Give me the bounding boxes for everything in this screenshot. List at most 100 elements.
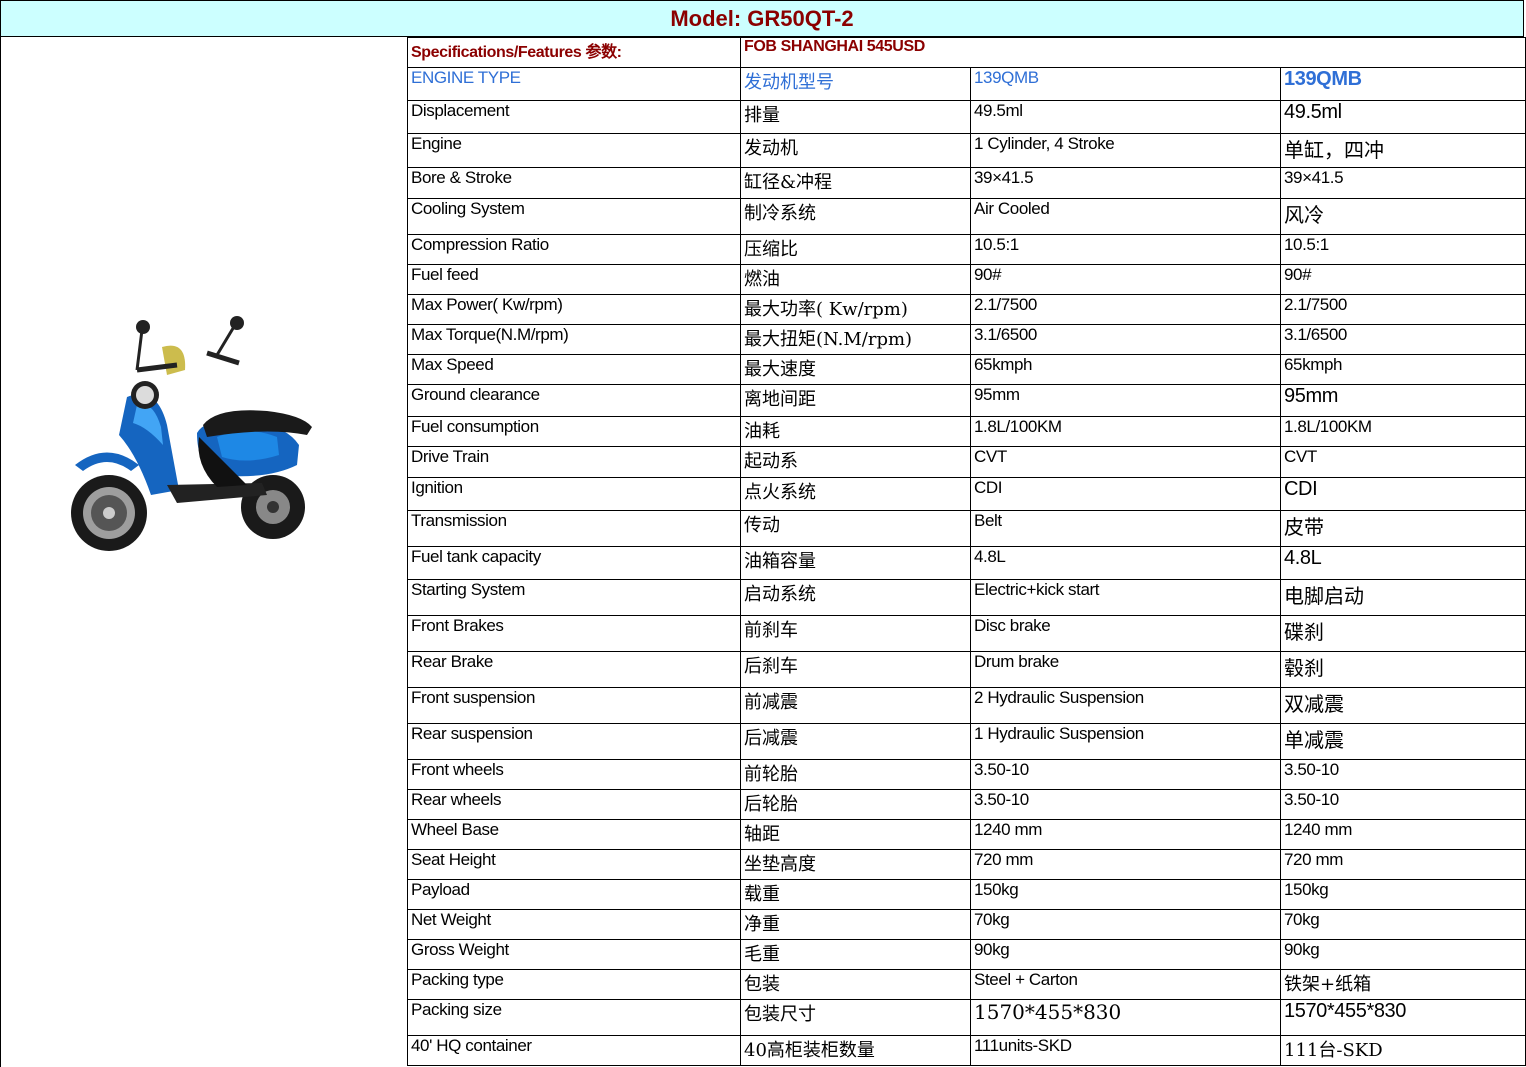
spec-name: Net Weight	[407, 909, 741, 940]
spec-value-2: 3.50-10	[1279, 759, 1526, 790]
spec-value-1: 2.1/7500	[970, 294, 1281, 325]
spec-row: Fuel tank capacity 油箱容量 4.8L 4.8L	[407, 546, 1526, 580]
engine-type-label: ENGINE TYPE	[407, 67, 741, 101]
spec-value-2: 单缸，四冲	[1279, 133, 1526, 168]
spec-value-1: 111units-SKD	[970, 1035, 1281, 1066]
price-row: Specifications/Features 参数: FOB SHANGHAI…	[407, 37, 1526, 68]
spec-value-1: Belt	[970, 510, 1281, 547]
scooter-image	[71, 316, 312, 551]
spec-name-cn: 压缩比	[740, 234, 971, 265]
spec-name: Front suspension	[407, 687, 741, 724]
spec-value-2: CDI	[1279, 477, 1526, 511]
spec-name: Gross Weight	[407, 939, 741, 970]
spec-value-2: 1.8L/100KM	[1279, 416, 1526, 447]
spec-name: Front Brakes	[407, 615, 741, 652]
spec-name-cn: 油耗	[740, 416, 971, 447]
spec-value-1: 1.8L/100KM	[970, 416, 1281, 447]
product-photo-cell	[0, 37, 407, 1067]
spec-name-cn: 40高柜装柜数量	[740, 1035, 971, 1066]
spec-row: Compression Ratio 压缩比 10.5:1 10.5:1	[407, 234, 1526, 265]
spec-name-cn: 启动系统	[740, 579, 971, 616]
spec-name-cn: 离地间距	[740, 384, 971, 417]
spec-name: Rear Brake	[407, 651, 741, 688]
spec-row: Front wheels 前轮胎 3.50-10 3.50-10	[407, 759, 1526, 790]
spec-value-1: 95mm	[970, 384, 1281, 417]
spec-value-1: 90#	[970, 264, 1281, 295]
spec-name: Max Speed	[407, 354, 741, 385]
spec-name-cn: 点火系统	[740, 477, 971, 511]
spec-row: Packing type 包装 Steel + Carton 铁架+纸箱	[407, 969, 1526, 1000]
engine-type-value-1: 139QMB	[970, 67, 1281, 101]
spec-value-1: 70kg	[970, 909, 1281, 940]
spec-value-1: CDI	[970, 477, 1281, 511]
spec-value-2: 10.5:1	[1279, 234, 1526, 265]
spec-name-cn: 轴距	[740, 819, 971, 850]
spec-value-2: 1570*455*830	[1279, 999, 1526, 1036]
spec-row: Front suspension 前减震 2 Hydraulic Suspensio…	[407, 687, 1526, 724]
spec-value-2: 111台-SKD	[1279, 1035, 1526, 1066]
spec-name-cn: 最大功率( Kw/rpm)	[740, 294, 971, 325]
spec-value-2: 150kg	[1279, 879, 1526, 910]
spec-value-2: 65kmph	[1279, 354, 1526, 385]
spec-row: Front Brakes 前刹车 Disc brake 碟刹	[407, 615, 1526, 652]
spec-row: Ignition 点火系统 CDI CDI	[407, 477, 1526, 511]
spec-name: Displacement	[407, 100, 741, 134]
spec-name-cn: 毛重	[740, 939, 971, 970]
spec-name: Drive Train	[407, 446, 741, 478]
spec-name-cn: 包装尺寸	[740, 999, 971, 1036]
spec-row: Seat Height 坐垫高度 720 mm 720 mm	[407, 849, 1526, 880]
spec-value-2: 单减震	[1279, 723, 1526, 760]
spec-name-cn: 后减震	[740, 723, 971, 760]
spec-value-1: 3.50-10	[970, 759, 1281, 790]
spec-name: Seat Height	[407, 849, 741, 880]
spec-value-1: 3.50-10	[970, 789, 1281, 820]
spec-name: Engine	[407, 133, 741, 168]
spec-value-2: 皮带	[1279, 510, 1526, 547]
spec-value-2: 90kg	[1279, 939, 1526, 970]
spec-value-1: 90kg	[970, 939, 1281, 970]
spec-value-2: 风冷	[1279, 198, 1526, 235]
spec-value-1: 1 Hydraulic Suspension	[970, 723, 1281, 760]
spec-row: Max Speed 最大速度 65kmph 65kmph	[407, 354, 1526, 385]
spec-row: 40' HQ container 40高柜装柜数量 111units-SKD 111台…	[407, 1035, 1526, 1066]
spec-row: Rear Brake 后刹车 Drum brake 毂刹	[407, 651, 1526, 688]
spec-name: Bore & Stroke	[407, 167, 741, 199]
spec-value-1: 4.8L	[970, 546, 1281, 580]
spec-name: Fuel feed	[407, 264, 741, 295]
spec-label: Specifications/Features 参数:	[407, 37, 741, 68]
engine-type-label-cn: 发动机型号	[740, 67, 971, 101]
spec-row: Packing size 包装尺寸 1570*455*830 1570*455*830	[407, 999, 1526, 1036]
spec-name: Packing type	[407, 969, 741, 1000]
model-header: Model: GR50QT-2	[0, 0, 1524, 37]
model-title: Model: GR50QT-2	[670, 5, 854, 31]
spec-value-2: 90#	[1279, 264, 1526, 295]
spec-name-cn: 排量	[740, 100, 971, 134]
spec-name: Transmission	[407, 510, 741, 547]
spec-value-2: 95mm	[1279, 384, 1526, 417]
spec-value-2: 电脚启动	[1279, 579, 1526, 616]
spec-name-cn: 包装	[740, 969, 971, 1000]
spec-value-1: CVT	[970, 446, 1281, 478]
spec-name-cn: 前轮胎	[740, 759, 971, 790]
spec-name-cn: 缸径&冲程	[740, 167, 971, 199]
spec-name-cn: 制冷系统	[740, 198, 971, 235]
spec-name: Packing size	[407, 999, 741, 1036]
spec-value-1: 49.5ml	[970, 100, 1281, 134]
specifications-table: Specifications/Features 参数: FOB SHANGHAI…	[407, 37, 1526, 1066]
spec-name: Wheel Base	[407, 819, 741, 850]
spec-name-cn: 后轮胎	[740, 789, 971, 820]
spec-row: Wheel Base 轴距 1240 mm 1240 mm	[407, 819, 1526, 850]
spec-value-1: Steel + Carton	[970, 969, 1281, 1000]
spec-value-2: 3.50-10	[1279, 789, 1526, 820]
spec-name: Max Power( Kw/rpm)	[407, 294, 741, 325]
spec-row: Rear suspension 后减震 1 Hydraulic Suspension…	[407, 723, 1526, 760]
spec-row: Fuel consumption 油耗 1.8L/100KM 1.8L/100KM	[407, 416, 1526, 447]
spec-name-cn: 油箱容量	[740, 546, 971, 580]
spec-name-cn: 发动机	[740, 133, 971, 168]
fob-price: FOB SHANGHAI 545USD	[739, 37, 1526, 68]
spec-name-cn: 最大速度	[740, 354, 971, 385]
spec-name-cn: 净重	[740, 909, 971, 940]
spec-row: Bore & Stroke 缸径&冲程 39×41.5 39×41.5	[407, 167, 1526, 199]
spec-row: Displacement 排量 49.5ml 49.5ml	[407, 100, 1526, 134]
engine-type-row: ENGINE TYPE 发动机型号 139QMB 139QMB	[407, 67, 1526, 101]
